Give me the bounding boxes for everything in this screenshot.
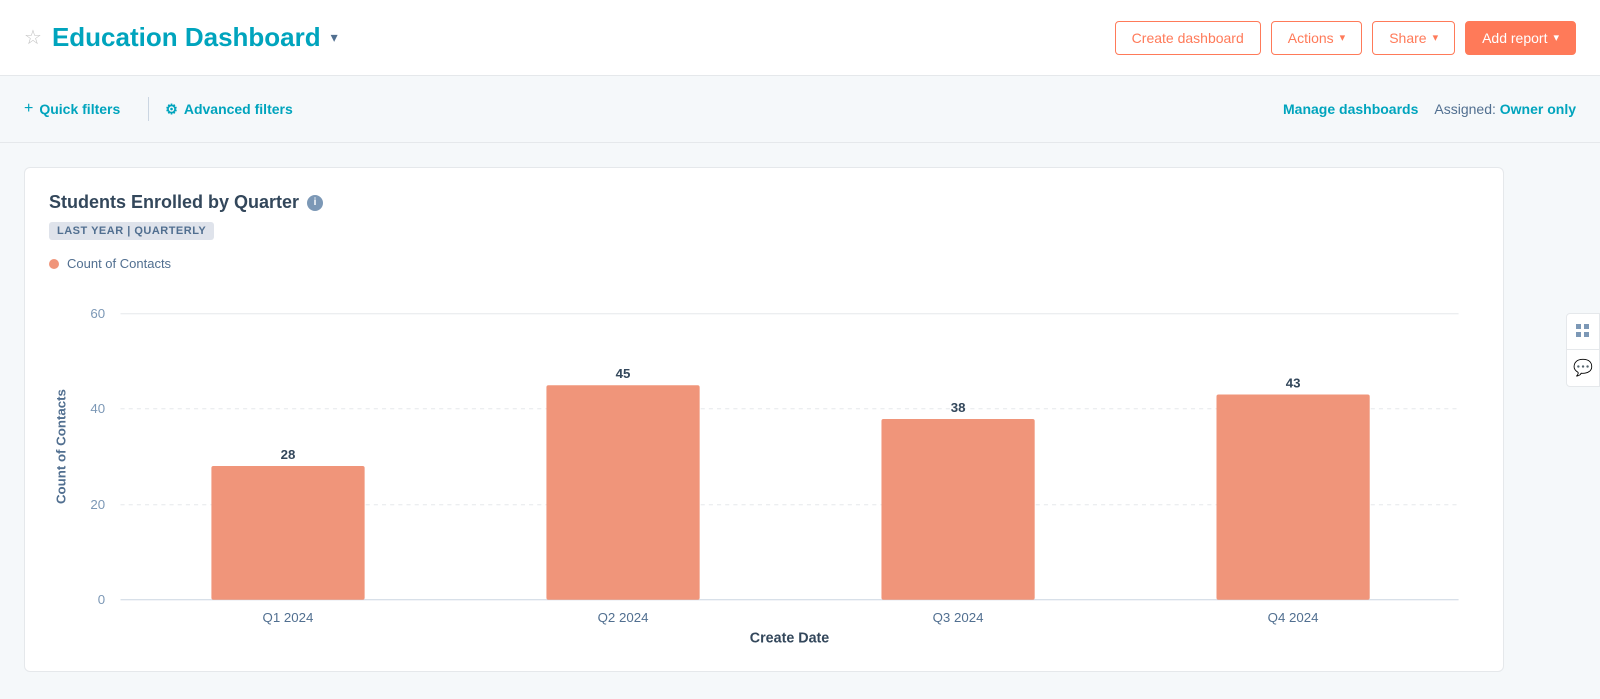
advanced-filters-button[interactable]: ⚙ Advanced filters [165,93,293,126]
chat-icon-button[interactable]: 💬 [1567,350,1599,386]
bar-q1[interactable] [211,466,364,600]
svg-text:Create Date: Create Date [750,631,830,647]
chat-icon: 💬 [1573,358,1593,378]
svg-text:28: 28 [281,447,296,462]
svg-text:45: 45 [616,366,631,381]
grid-icon-button[interactable] [1567,314,1599,350]
svg-text:Q4 2024: Q4 2024 [1268,610,1319,625]
assigned-label: Assigned: Owner only [1434,101,1576,117]
svg-text:Q3 2024: Q3 2024 [933,610,984,625]
dashboard-title: Education Dashboard [52,22,321,53]
filter-divider [148,97,149,121]
share-button[interactable]: Share [1372,21,1455,55]
svg-text:40: 40 [90,401,105,416]
svg-text:20: 20 [90,497,105,512]
grid-icon [1576,324,1590,338]
create-dashboard-button[interactable]: Create dashboard [1115,21,1261,55]
add-report-button[interactable]: Add report [1465,21,1576,55]
chart-card: Students Enrolled by Quarter i LAST YEAR… [24,167,1504,672]
header-right: Create dashboard Actions Share Add repor… [1115,21,1576,55]
svg-text:0: 0 [98,592,105,607]
assigned-value: Owner only [1500,101,1576,117]
quick-filters-button[interactable]: + Quick filters [24,92,132,126]
actions-button[interactable]: Actions [1271,21,1362,55]
svg-text:38: 38 [951,400,966,415]
header-left: ☆ Education Dashboard ▾ [24,22,338,53]
svg-text:60: 60 [90,306,105,321]
main-content: Students Enrolled by Quarter i LAST YEAR… [0,143,1600,696]
legend-label: Count of Contacts [67,256,171,271]
svg-text:Q1 2024: Q1 2024 [263,610,314,625]
bar-q2[interactable] [546,385,699,600]
filter-right: Manage dashboards Assigned: Owner only [1283,101,1576,117]
plus-icon: + [24,100,33,118]
chart-legend: Count of Contacts [49,256,1479,271]
star-icon[interactable]: ☆ [24,25,42,50]
info-icon[interactable]: i [307,195,323,211]
filter-left: + Quick filters ⚙ Advanced filters [24,92,293,126]
legend-dot [49,259,59,269]
filter-icon: ⚙ [165,101,178,118]
manage-dashboards-link[interactable]: Manage dashboards [1283,101,1418,117]
bar-q4[interactable] [1216,394,1369,599]
bar-q3[interactable] [881,419,1034,600]
svg-text:Q2 2024: Q2 2024 [598,610,649,625]
chevron-down-icon[interactable]: ▾ [331,29,338,46]
filter-bar: + Quick filters ⚙ Advanced filters Manag… [0,76,1600,143]
header: ☆ Education Dashboard ▾ Create dashboard… [0,0,1600,76]
side-panel: 💬 [1566,313,1600,387]
period-badge: LAST YEAR | QUARTERLY [49,222,214,240]
chart-svg: 60 40 20 0 Count of Contacts 28 Q1 2024 … [49,287,1479,647]
svg-text:43: 43 [1286,375,1301,390]
chart-title: Students Enrolled by Quarter i [49,192,1479,213]
chart-area: 60 40 20 0 Count of Contacts 28 Q1 2024 … [49,287,1479,647]
svg-text:Count of Contacts: Count of Contacts [53,389,68,504]
